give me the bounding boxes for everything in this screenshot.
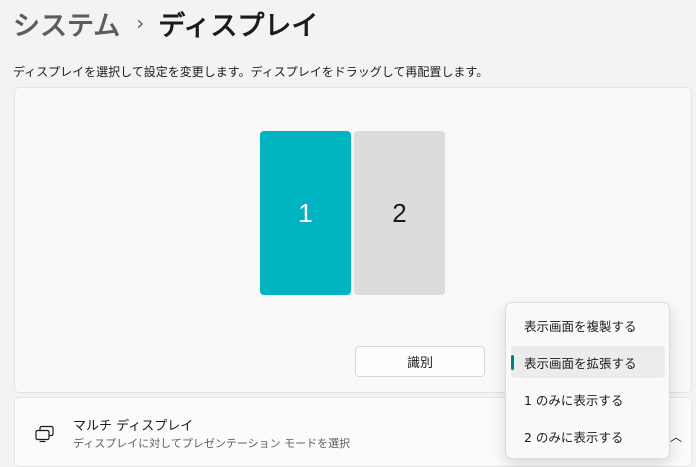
option-label: 2 のみに表示する <box>524 429 624 445</box>
monitor-2[interactable]: 2 <box>354 131 445 295</box>
monitor-1[interactable]: 1 <box>260 131 351 295</box>
option-show-only-1[interactable]: 1 のみに表示する <box>511 383 665 415</box>
option-show-only-2[interactable]: 2 のみに表示する <box>511 420 665 452</box>
identify-button[interactable]: 識別 <box>355 346 485 377</box>
selected-indicator <box>511 355 514 370</box>
multi-display-subtitle: ディスプレイに対してプレゼンテーション モードを選択 <box>73 437 351 450</box>
option-extend[interactable]: 表示画面を拡張する <box>511 346 665 378</box>
breadcrumb-system[interactable]: システム <box>13 4 120 43</box>
option-label: 表示画面を複製する <box>524 318 637 334</box>
chevron-up-icon[interactable]: ︿ <box>670 428 682 445</box>
breadcrumb-separator-icon: › <box>136 11 145 35</box>
arrangement-description: ディスプレイを選択して設定を変更します。ディスプレイをドラッグして再配置します。 <box>13 65 489 79</box>
multi-monitor-icon <box>35 425 54 443</box>
display-mode-dropdown: 表示画面を複製する 表示画面を拡張する 1 のみに表示する 2 のみに表示する <box>505 302 670 459</box>
multi-display-title: マルチ ディスプレイ <box>73 419 194 434</box>
option-duplicate[interactable]: 表示画面を複製する <box>511 309 665 341</box>
page-title: ディスプレイ <box>158 10 319 42</box>
option-label: 1 のみに表示する <box>524 392 624 408</box>
option-label: 表示画面を拡張する <box>524 355 637 371</box>
breadcrumb: システム › ディスプレイ <box>13 4 319 43</box>
